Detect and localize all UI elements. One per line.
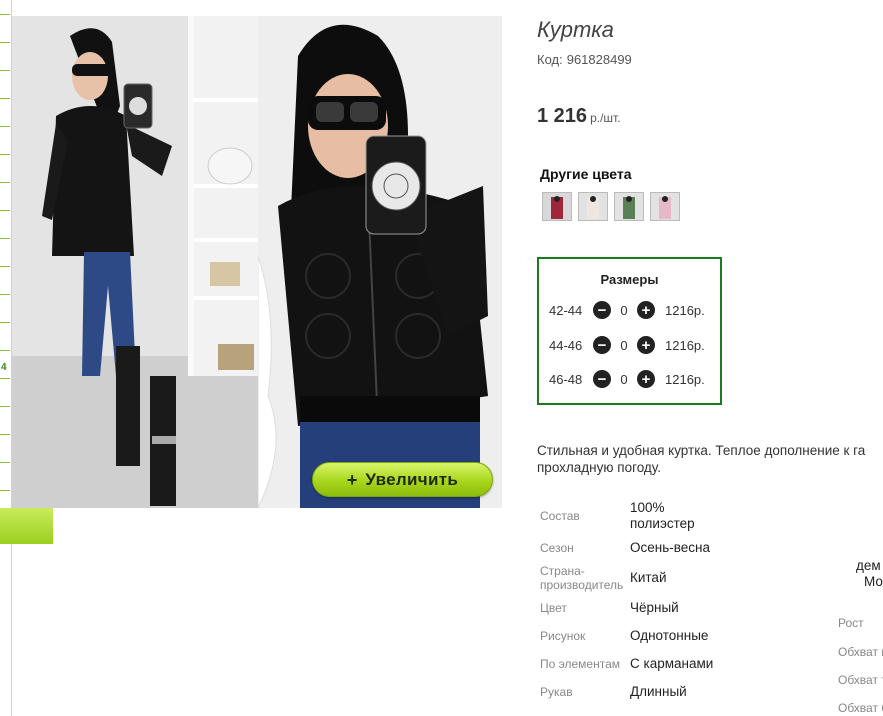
color-swatch-2[interactable] bbox=[578, 192, 608, 221]
left-ruler: 4 bbox=[0, 0, 12, 716]
spec-value: Осень-весна bbox=[630, 540, 710, 555]
minus-icon[interactable]: − bbox=[593, 336, 611, 354]
spec-label: Сезон bbox=[540, 541, 574, 555]
size-label: 42-44 bbox=[549, 302, 583, 318]
size-row: 44-46 − 0 + 1216р. bbox=[549, 335, 705, 355]
plus-icon: + bbox=[346, 469, 358, 490]
product-code-value: 961828499 bbox=[566, 52, 632, 67]
size-row: 46-48 − 0 + 1216р. bbox=[549, 369, 705, 389]
plus-icon[interactable]: + bbox=[637, 370, 655, 388]
price-value: 1 216 bbox=[537, 105, 588, 127]
size-label: 46-48 bbox=[549, 371, 583, 387]
model-param-label: Обхват г bbox=[838, 645, 883, 659]
color-swatch-3[interactable] bbox=[614, 192, 644, 221]
model-params-heading-2: Мо bbox=[864, 574, 883, 589]
model-param-label: Рост bbox=[838, 616, 864, 630]
spec-label: Цвет bbox=[540, 601, 567, 615]
minus-icon[interactable]: − bbox=[593, 370, 611, 388]
sizes-title: Размеры bbox=[600, 272, 659, 287]
spec-label: По элементам bbox=[540, 657, 621, 671]
plus-icon[interactable]: + bbox=[637, 336, 655, 354]
product-title: Куртка bbox=[537, 17, 614, 42]
spec-value: С карманами bbox=[630, 656, 714, 671]
green-side-tab[interactable] bbox=[0, 508, 53, 544]
spec-label: Состав bbox=[540, 509, 580, 523]
color-swatch-4[interactable] bbox=[650, 192, 680, 221]
size-quantity[interactable]: 0 bbox=[611, 372, 637, 387]
minus-icon[interactable]: − bbox=[593, 301, 611, 319]
size-price: 1216р. bbox=[665, 302, 705, 318]
model-param-label: Обхват т bbox=[838, 673, 883, 687]
spec-value: Китай bbox=[630, 570, 667, 585]
spec-label: Страна- производитель bbox=[540, 564, 624, 592]
zoom-button[interactable]: + Увеличить bbox=[312, 462, 493, 497]
product-code: Код: 961828499 bbox=[537, 52, 632, 67]
other-colors-list bbox=[542, 192, 680, 221]
size-quantity[interactable]: 0 bbox=[611, 303, 637, 318]
spec-value: Чёрный bbox=[630, 600, 679, 615]
spec-value: Однотонные bbox=[630, 628, 709, 643]
model-params-heading-1: дем bbox=[856, 558, 881, 573]
size-price: 1216р. bbox=[665, 371, 705, 387]
model-param-label: Обхват б bbox=[838, 701, 883, 715]
product-description: Стильная и удобная куртка. Теплое дополн… bbox=[537, 442, 883, 476]
other-colors-title: Другие цвета bbox=[540, 166, 632, 182]
spec-label: Рисунок bbox=[540, 629, 586, 643]
color-swatch-1[interactable] bbox=[542, 192, 572, 221]
ruler-number: 4 bbox=[1, 362, 7, 373]
spec-label: Рукав bbox=[540, 685, 573, 699]
product-photo-2[interactable] bbox=[258, 16, 502, 508]
description-line-2: прохладную погоду. bbox=[537, 460, 661, 475]
spec-value: Длинный bbox=[630, 684, 687, 699]
product-code-label: Код: bbox=[537, 52, 563, 67]
price-unit: р./шт. bbox=[590, 111, 621, 125]
product-photo-1[interactable] bbox=[12, 16, 258, 508]
plus-icon[interactable]: + bbox=[637, 301, 655, 319]
size-quantity[interactable]: 0 bbox=[611, 338, 637, 353]
product-price: 1 216 р./шт. bbox=[537, 105, 621, 128]
size-row: 42-44 − 0 + 1216р. bbox=[549, 300, 705, 320]
size-price: 1216р. bbox=[665, 337, 705, 353]
zoom-button-label: Увеличить bbox=[365, 469, 459, 489]
spec-value: 100% полиэстер bbox=[630, 500, 695, 531]
size-label: 44-46 bbox=[549, 337, 583, 353]
description-line-1: Стильная и удобная куртка. Теплое дополн… bbox=[537, 443, 866, 458]
sizes-box: Размеры 42-44 − 0 + 1216р. 44-46 − 0 + 1… bbox=[537, 257, 722, 405]
